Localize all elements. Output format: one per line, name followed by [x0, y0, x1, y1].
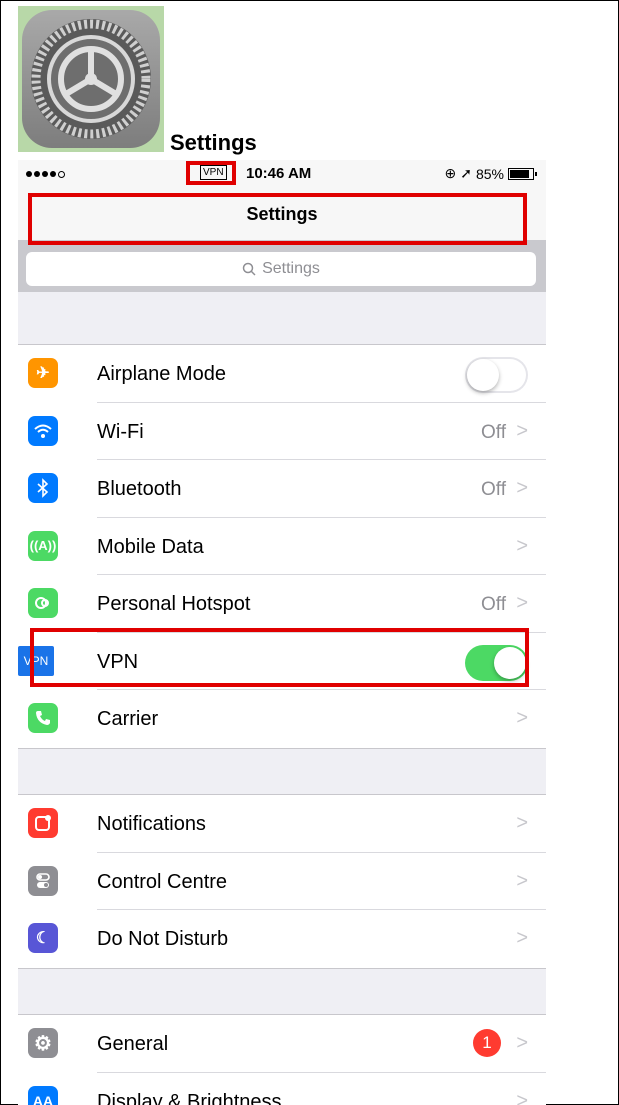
orientation-lock-icon: ⊕ — [444, 165, 457, 181]
settings-group-notifications: Notifications > Control Centre > ☾ Do No… — [18, 794, 546, 969]
row-value: Off — [481, 479, 506, 500]
row-value: Off — [481, 594, 506, 615]
row-label: Carrier — [97, 708, 159, 730]
row-personal-hotspot[interactable]: Personal Hotspot Off > — [18, 575, 546, 633]
chevron-right-icon: > — [516, 534, 528, 557]
chevron-right-icon: > — [516, 869, 528, 892]
row-label: General — [97, 1033, 169, 1055]
chevron-right-icon: > — [516, 477, 528, 499]
gear-icon — [31, 19, 151, 139]
row-label: Notifications — [97, 813, 206, 835]
signal-strength-icon — [26, 171, 65, 178]
row-carrier[interactable]: Carrier > — [18, 690, 546, 748]
row-label: Control Centre — [97, 870, 228, 893]
search-input[interactable]: Settings — [26, 252, 536, 286]
search-placeholder: Settings — [262, 260, 320, 277]
location-icon: ➚ — [460, 165, 472, 181]
row-label: Airplane Mode — [97, 363, 226, 385]
moon-icon: ☾ — [28, 923, 58, 953]
row-label: Display & Brightness — [97, 1090, 282, 1105]
row-label: Personal Hotspot — [97, 593, 251, 615]
status-time: 10:46 AM — [246, 165, 312, 182]
row-airplane-mode[interactable]: ✈ Airplane Mode — [18, 345, 546, 403]
battery-icon — [508, 167, 537, 180]
chevron-right-icon: > — [516, 1089, 528, 1105]
search-area: Settings — [18, 240, 546, 292]
highlight-page-title — [28, 193, 527, 245]
row-general[interactable]: ⚙ General 1 > — [18, 1015, 546, 1073]
gear-icon: ⚙ — [28, 1028, 58, 1058]
status-bar: VPN 10:46 AM ⊕ ➚ 85% — [18, 160, 546, 188]
display-icon: AA — [28, 1085, 58, 1105]
row-mobile-data[interactable]: ((A)) Mobile Data > — [18, 518, 546, 575]
chevron-right-icon: > — [516, 419, 528, 442]
row-wifi[interactable]: Wi-Fi Off > — [18, 403, 546, 460]
row-control-centre[interactable]: Control Centre > — [18, 853, 546, 910]
search-icon — [242, 262, 256, 276]
airplane-mode-toggle[interactable] — [465, 357, 528, 393]
chevron-right-icon: > — [516, 707, 528, 729]
notifications-icon — [28, 808, 58, 838]
row-do-not-disturb[interactable]: ☾ Do Not Disturb > — [18, 910, 546, 968]
row-value: Off — [481, 421, 506, 443]
row-label: Mobile Data — [97, 535, 204, 558]
settings-app-icon[interactable] — [18, 6, 164, 152]
row-notifications[interactable]: Notifications > — [18, 795, 546, 853]
chevron-right-icon: > — [516, 927, 528, 949]
notification-badge: 1 — [473, 1029, 501, 1057]
highlight-vpn-status — [186, 161, 236, 185]
row-label: Bluetooth — [97, 478, 182, 500]
antenna-icon: ((A)) — [28, 530, 58, 561]
bluetooth-icon — [28, 473, 58, 503]
chevron-right-icon: > — [516, 1032, 528, 1054]
battery-percent: 85% — [475, 165, 504, 182]
row-label: Do Not Disturb — [97, 928, 229, 950]
highlight-vpn-row — [30, 628, 529, 687]
row-bluetooth[interactable]: Bluetooth Off > — [18, 460, 546, 518]
phone-icon — [28, 703, 58, 733]
settings-group-connectivity: ✈ Airplane Mode Wi-Fi Off > Bluetooth Of… — [18, 344, 546, 749]
chevron-right-icon: > — [516, 592, 528, 614]
app-caption: Settings — [170, 130, 257, 155]
hotspot-icon — [28, 588, 58, 618]
row-display-brightness[interactable]: AA Display & Brightness > — [18, 1073, 546, 1105]
airplane-icon: ✈ — [28, 358, 58, 388]
chevron-right-icon: > — [516, 812, 528, 834]
settings-group-general: ⚙ General 1 > AA Display & Brightness > — [18, 1014, 546, 1105]
wifi-icon — [28, 415, 58, 446]
control-centre-icon — [28, 865, 58, 896]
row-label: Wi-Fi — [97, 420, 144, 443]
